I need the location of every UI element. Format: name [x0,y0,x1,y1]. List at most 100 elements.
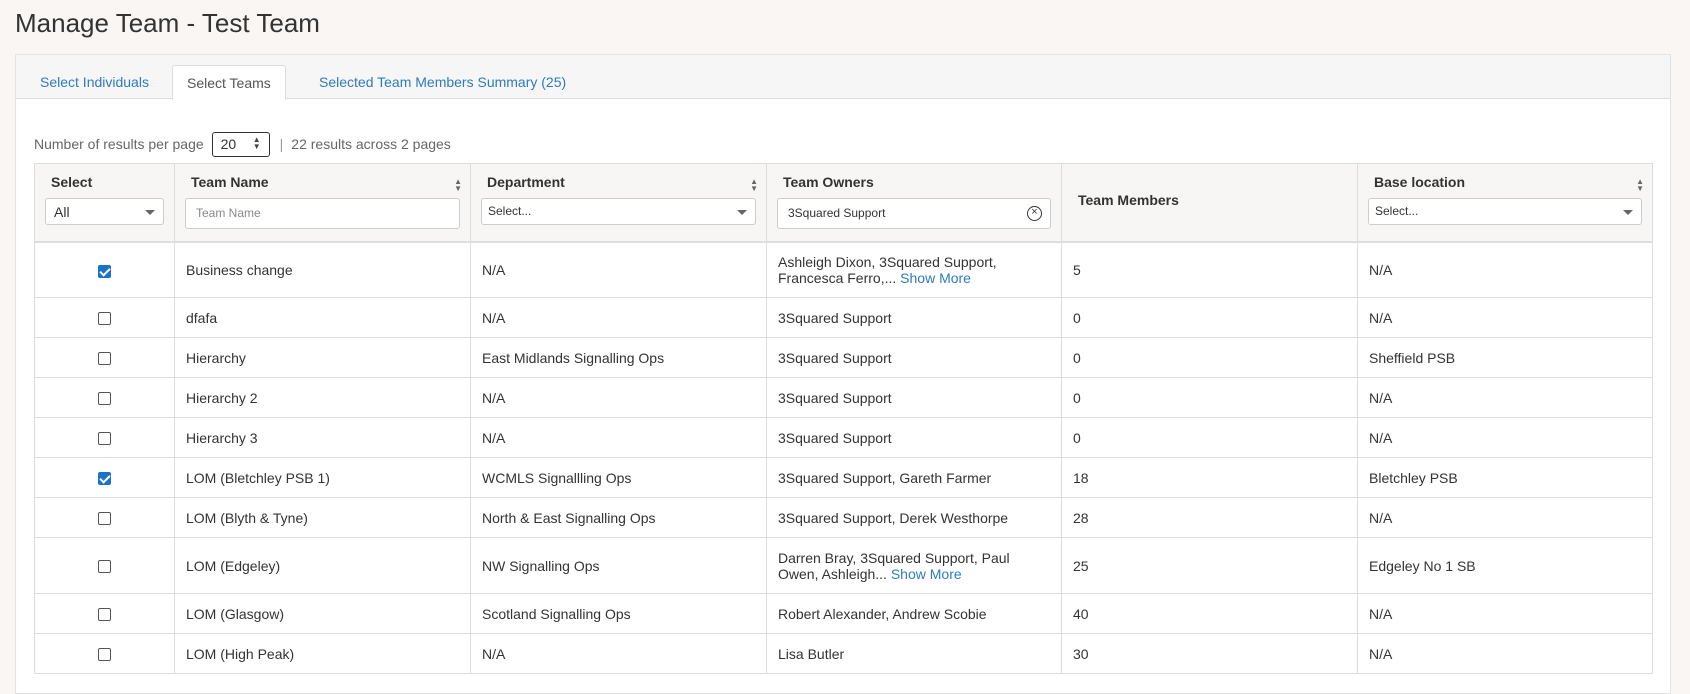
tab-select-individuals[interactable]: Select Individuals [26,65,163,100]
base-location-cell: N/A [1357,593,1653,634]
base-location-cell: N/A [1357,417,1653,458]
tab-selected-summary[interactable]: Selected Team Members Summary (25) [305,65,580,100]
department-cell: N/A [470,633,767,674]
select-cell [34,241,175,298]
team-owners-cell: Lisa Butler [766,633,1062,674]
department-cell: WCMLS Signallling Ops [470,457,767,498]
team-name-cell: Hierarchy 3 [174,417,471,458]
department-cell: N/A [470,417,767,458]
base-location-cell: N/A [1357,633,1653,674]
select-cell [34,457,175,498]
table-row: dfafa N/A 3Squared Support 0 N/A [34,297,1653,338]
team-name-filter-input[interactable]: Team Name [185,198,460,229]
table-row: Hierarchy 3 N/A 3Squared Support 0 N/A [34,417,1653,458]
team-name-cell: LOM (Edgeley) [174,537,471,594]
chevron-down-icon [1623,210,1633,215]
col-base-location[interactable]: Base location ▲ ▼ Select... [1357,163,1653,243]
department-cell: East Midlands Signalling Ops [470,337,767,378]
manage-team-panel: Select Individuals Select Teams Selected… [15,54,1671,694]
row-checkbox[interactable] [98,312,111,326]
team-members-cell: 25 [1061,537,1358,594]
teams-table: Select All Team Name ▲ ▼ Team Name Depart… [34,163,1653,674]
col-department-label: Department [487,174,565,190]
team-members-cell: 0 [1061,417,1358,458]
per-page-select[interactable]: 20 ▲ ▼ [211,131,270,157]
sort-icon[interactable]: ▲ ▼ [454,178,462,193]
per-page-label: Number of results per page [34,136,204,152]
team-owners-cell: 3Squared Support [766,377,1062,418]
row-checkbox[interactable] [98,264,111,278]
table-row: Hierarchy East Midlands Signalling Ops 3Sq… [34,337,1653,378]
team-name-cell: Hierarchy 2 [174,377,471,418]
team-members-cell: 5 [1061,241,1358,298]
team-owners-text: 3Squared Support [778,349,892,366]
base-location-filter-value: Select... [1375,204,1419,218]
base-location-filter[interactable]: Select... [1368,198,1642,225]
row-checkbox[interactable] [98,608,111,622]
team-owners-cell: 3Squared Support, Derek Westhorpe [766,497,1062,538]
team-members-cell: 30 [1061,633,1358,674]
team-owners-cell: 3Squared Support [766,337,1062,378]
row-checkbox[interactable] [98,472,111,486]
department-filter-value: Select... [488,204,532,218]
row-checkbox[interactable] [98,392,111,406]
team-name-cell: Hierarchy [174,337,471,378]
team-owners-text: 3Squared Support [778,389,892,406]
row-checkbox[interactable] [98,352,111,366]
department-cell: N/A [470,377,767,418]
col-select-label: Select [51,174,93,190]
select-filter[interactable]: All [45,198,164,225]
chevron-down-icon [145,210,155,215]
select-cell [34,537,175,594]
show-more-link[interactable]: Show More [900,270,971,286]
team-owners-text: Robert Alexander, Andrew Scobie [778,605,987,622]
team-name-cell: LOM (Glasgow) [174,593,471,634]
team-name-cell: LOM (High Peak) [174,633,471,674]
select-cell [34,297,175,338]
select-cell [34,497,175,538]
team-owners-text: 3Squared Support, Derek Westhorpe [778,509,1009,526]
show-more-link[interactable]: Show More [891,566,962,582]
department-cell: N/A [470,297,767,338]
team-owners-cell: Darren Bray, 3Squared Support, Paul Owen… [766,537,1062,594]
row-checkbox[interactable] [98,432,111,446]
table-body: Business change N/A Ashleigh Dixon, 3Squar… [34,241,1653,674]
department-cell: North & East Signalling Ops [470,497,767,538]
team-members-cell: 0 [1061,297,1358,338]
team-name-cell: dfafa [174,297,471,338]
tab-bar: Select Individuals Select Teams Selected… [16,55,1670,100]
base-location-cell: Edgeley No 1 SB [1357,537,1653,594]
team-members-cell: 18 [1061,457,1358,498]
team-members-cell: 0 [1061,377,1358,418]
team-name-cell: LOM (Bletchley PSB 1) [174,457,471,498]
select-cell [34,593,175,634]
sort-icon[interactable]: ▲ ▼ [750,178,758,193]
table-row: LOM (Glasgow) Scotland Signalling Ops Robe… [34,593,1653,634]
team-name-cell: Business change [174,241,471,298]
col-team-owners: Team Owners 3Squared Support × [766,163,1062,243]
base-location-cell: N/A [1357,497,1653,538]
col-select: Select All [34,163,175,243]
sort-icon[interactable]: ▲ ▼ [1636,178,1644,193]
col-team-name[interactable]: Team Name ▲ ▼ Team Name [174,163,471,243]
col-team-owners-label: Team Owners [783,174,874,190]
team-owners-filter[interactable]: 3Squared Support × [777,198,1051,229]
base-location-cell: Sheffield PSB [1357,337,1653,378]
team-owners-cell: 3Squared Support [766,297,1062,338]
team-owners-cell: Robert Alexander, Andrew Scobie [766,593,1062,634]
department-filter[interactable]: Select... [481,198,756,225]
page-title: Manage Team - Test Team [15,8,320,38]
row-checkbox[interactable] [98,648,111,662]
clear-icon[interactable]: × [1027,206,1042,221]
team-owners-cell: 3Squared Support, Gareth Farmer [766,457,1062,498]
col-department[interactable]: Department ▲ ▼ Select... [470,163,767,243]
tab-select-teams[interactable]: Select Teams [172,65,286,100]
base-location-cell: N/A [1357,297,1653,338]
col-team-members: Team Members [1061,163,1358,243]
row-checkbox[interactable] [98,512,111,526]
select-filter-value: All [54,204,70,220]
select-cell [34,633,175,674]
per-page-value: 20 [220,135,237,152]
row-checkbox[interactable] [98,560,111,574]
select-cell [34,377,175,418]
